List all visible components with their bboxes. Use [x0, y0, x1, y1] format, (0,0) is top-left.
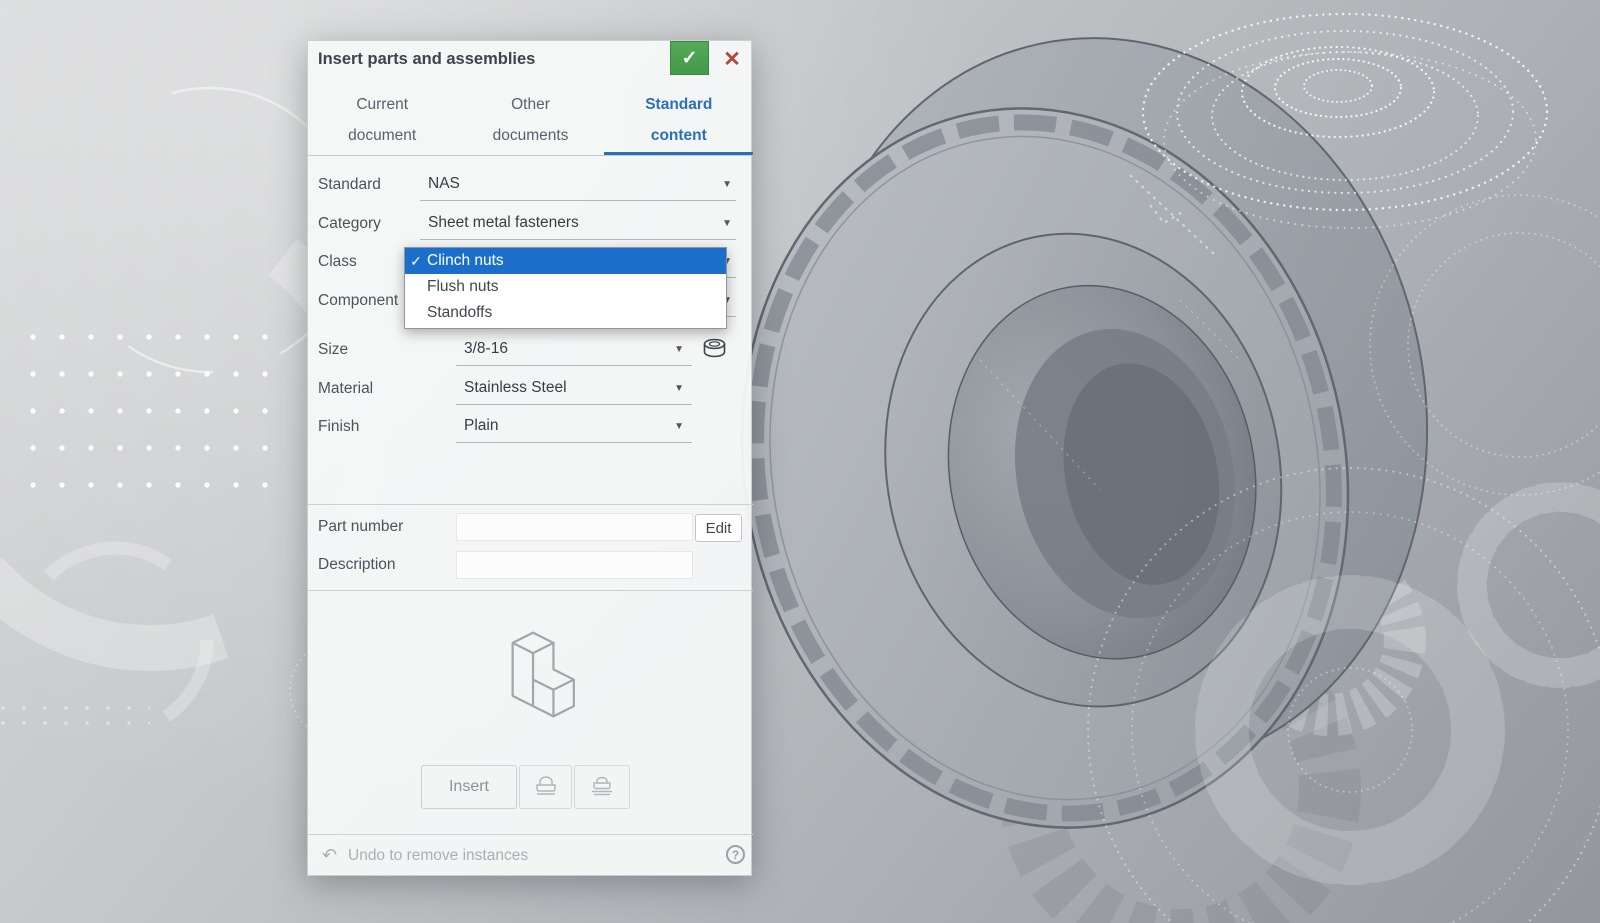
undo-instances-label: Undo to remove instances: [348, 845, 528, 867]
field-label: Material: [318, 372, 373, 405]
part-number-input[interactable]: [456, 513, 693, 541]
dropdown-value: NAS: [428, 168, 460, 200]
dropdown-value: 3/8-16: [464, 333, 508, 365]
dropdown-value: Sheet metal fasteners: [428, 207, 579, 239]
option-label: Standoffs: [427, 300, 492, 326]
nut-icon: [533, 775, 559, 800]
part-thumbnail: [480, 621, 582, 734]
help-button[interactable]: ?: [726, 845, 745, 864]
dropdown-value: Plain: [464, 410, 498, 442]
field-label: Finish: [318, 410, 359, 443]
close-button[interactable]: ✕: [716, 44, 748, 74]
chevron-down-icon: ▼: [674, 421, 684, 432]
tab-current-document[interactable]: Current document: [308, 87, 456, 151]
dialog-title: Insert parts and assemblies: [318, 50, 535, 69]
nut-preview-icon[interactable]: [701, 337, 728, 367]
nuts-icon: [589, 775, 615, 800]
insert-parts-dialog: Insert parts and assemblies ✓ ✕ Current …: [307, 40, 752, 876]
check-icon-placeholder: [405, 300, 427, 326]
insert-button[interactable]: Insert: [421, 765, 517, 809]
field-label: Category: [318, 207, 381, 240]
tab-label-line: Current: [308, 89, 456, 120]
option-standoffs[interactable]: Standoffs: [405, 300, 726, 326]
check-icon: ✓: [682, 47, 698, 70]
material-dropdown[interactable]: Stainless Steel ▼: [456, 372, 692, 405]
field-label: Size: [318, 333, 348, 366]
chevron-down-icon: ▼: [674, 383, 684, 394]
tab-standard-content[interactable]: Standard content: [605, 87, 753, 151]
background-scene: [0, 0, 1600, 923]
edit-button[interactable]: Edit: [695, 514, 742, 542]
section-divider: [308, 504, 753, 505]
tab-label-line: Standard: [605, 89, 753, 120]
question-mark-icon: ?: [732, 848, 739, 862]
tab-label-line: document: [308, 120, 456, 151]
description-input[interactable]: [456, 551, 693, 579]
field-label: Description: [318, 551, 396, 579]
field-label: Part number: [318, 513, 403, 541]
option-flush-nuts[interactable]: Flush nuts: [405, 274, 726, 300]
field-label: Component: [318, 284, 398, 317]
class-dropdown-list: ✓ Clinch nuts Flush nuts Standoffs: [404, 247, 727, 329]
clinch-nut-3d-render: [665, 0, 1503, 884]
chevron-down-icon: ▼: [722, 218, 732, 229]
field-label: Class: [318, 245, 357, 278]
tab-separator: [308, 155, 753, 156]
field-row-size: Size 3/8-16 ▼: [308, 333, 753, 366]
tab-label-line: documents: [456, 120, 604, 151]
check-icon-placeholder: [405, 274, 427, 300]
dropdown-value: Stainless Steel: [464, 372, 567, 404]
field-row-finish: Finish Plain ▼: [308, 410, 753, 443]
footer-divider: [308, 834, 753, 835]
field-row-standard: Standard NAS ▼: [308, 168, 753, 201]
tab-label-line: Other: [456, 89, 604, 120]
tab-other-documents[interactable]: Other documents: [456, 87, 604, 151]
category-dropdown[interactable]: Sheet metal fasteners ▼: [420, 207, 736, 240]
chevron-down-icon: ▼: [674, 344, 684, 355]
field-label: Standard: [318, 168, 381, 201]
undo-icon[interactable]: ↶: [322, 844, 337, 866]
confirm-button[interactable]: ✓: [670, 41, 709, 75]
option-label: Flush nuts: [427, 274, 499, 300]
standard-dropdown[interactable]: NAS ▼: [420, 168, 736, 201]
option-label: Clinch nuts: [427, 248, 504, 274]
size-dropdown[interactable]: 3/8-16 ▼: [456, 333, 692, 366]
close-icon: ✕: [723, 48, 741, 71]
option-clinch-nuts[interactable]: ✓ Clinch nuts: [405, 248, 726, 274]
field-row-material: Material Stainless Steel ▼: [308, 372, 753, 405]
tab-bar: Current document Other documents Standar…: [308, 87, 753, 151]
field-row-category: Category Sheet metal fasteners ▼: [308, 207, 753, 240]
finish-dropdown[interactable]: Plain ▼: [456, 410, 692, 443]
tab-label-line: content: [605, 120, 753, 151]
chevron-down-icon: ▼: [722, 179, 732, 190]
insert-multiple-nuts-button[interactable]: [574, 765, 630, 809]
section-divider: [308, 590, 753, 591]
check-icon: ✓: [405, 248, 427, 274]
insert-single-nut-button[interactable]: [519, 765, 572, 809]
